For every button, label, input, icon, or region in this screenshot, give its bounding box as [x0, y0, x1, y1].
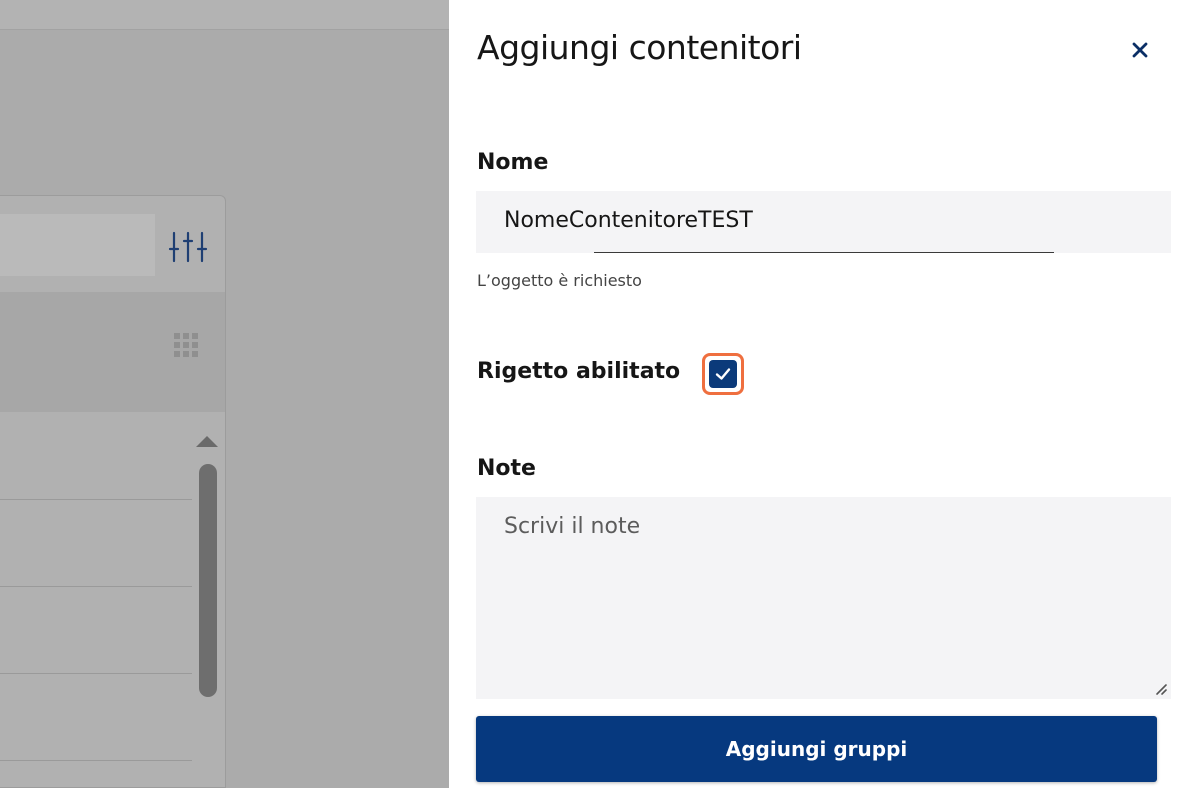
resize-handle-icon[interactable] — [1151, 679, 1169, 697]
close-button[interactable] — [1124, 33, 1156, 67]
add-containers-panel: Aggiungi contenitori Nome L’oggetto è ri… — [449, 0, 1200, 788]
name-helper-text: L’oggetto è richiesto — [477, 271, 642, 290]
note-textarea[interactable] — [476, 497, 1171, 699]
name-label: Nome — [477, 150, 549, 175]
add-groups-button[interactable]: Aggiungi gruppi — [476, 716, 1157, 782]
background-search-field — [0, 214, 155, 276]
grid-icon — [172, 331, 202, 361]
scrollbar-thumb — [199, 464, 217, 697]
table-row-divider — [0, 499, 192, 500]
table-row-divider — [0, 673, 192, 674]
scroll-up-icon — [196, 436, 218, 447]
filter-sliders-icon — [168, 230, 208, 264]
rejection-enabled-label: Rigetto abilitato — [477, 359, 681, 384]
panel-title: Aggiungi contenitori — [477, 28, 802, 67]
rejection-enabled-checkbox[interactable] — [702, 353, 744, 395]
checkbox-box — [709, 360, 737, 388]
checkmark-icon — [715, 368, 731, 380]
background-card — [0, 195, 226, 788]
background-topbar — [0, 0, 449, 30]
table-row-divider — [0, 586, 192, 587]
name-input[interactable] — [476, 191, 1171, 253]
background-app — [0, 0, 449, 788]
table-row-divider — [0, 760, 192, 761]
close-icon — [1132, 42, 1148, 58]
name-input-underline — [594, 252, 1054, 253]
note-label: Note — [477, 456, 536, 481]
